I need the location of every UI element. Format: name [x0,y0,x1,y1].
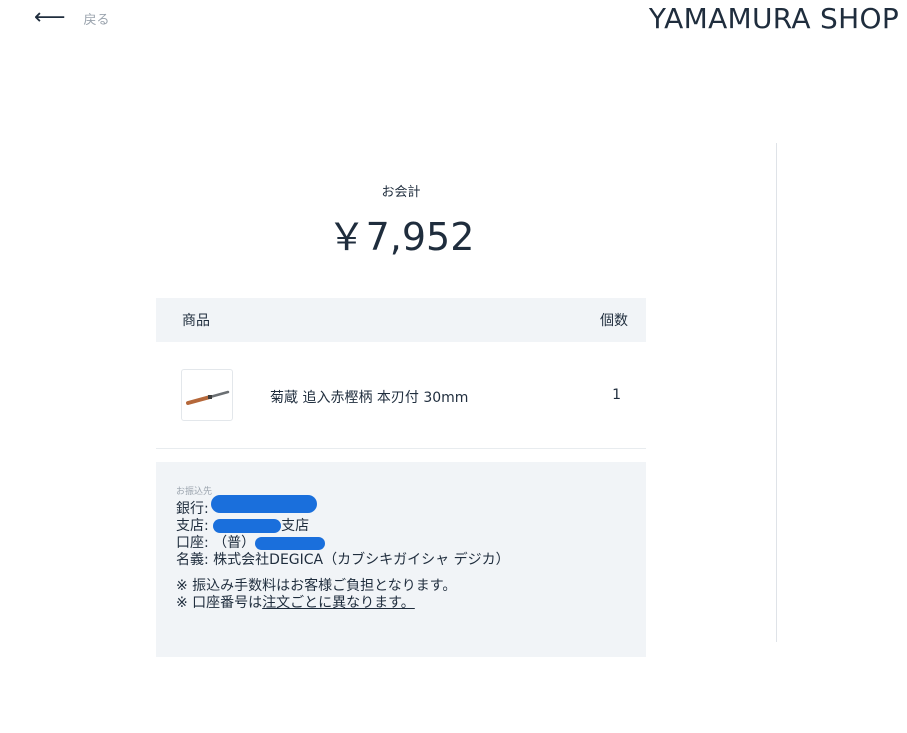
table-row: 菊蔵 追入赤樫柄 本刃付 30mm 1 [156,343,646,449]
column-header-quantity: 個数 [600,313,628,329]
total-amount: ￥7,952 [327,215,475,259]
column-header-product: 商品 [182,313,210,329]
account-label: 口座: [176,535,209,551]
vertical-divider [776,143,777,642]
note-account-number: ※ 口座番号は注文ごとに異なります。 [176,595,626,612]
bank-name-line: 銀行: [176,495,626,518]
note-account-prefix: ※ 口座番号は [176,595,263,611]
shop-name: YAMAMURA SHOP [648,2,899,35]
note-fee: ※ 振込み手数料はお客様ご負担となります。 [176,578,457,594]
redacted-account-number [255,536,326,550]
account-type: （普） [213,535,256,551]
bank-transfer-panel: お振込先 銀行: 支店: 支店 口座: （普） 名義: 株式会社DEGICA（カ… [156,462,646,657]
holder-line: 名義: 株式会社DEGICA（カブシキガイシャ デジカ） [176,552,626,569]
arrow-left-icon: ⟵ [34,5,66,30]
branch-label: 支店: [176,518,209,534]
note-account-emphasis: 注文ごとに異なります。 [262,595,415,611]
product-thumbnail [181,369,233,421]
product-name[interactable]: 菊蔵 追入赤樫柄 本刃付 30mm [270,387,468,407]
bank-label: 銀行: [176,501,209,517]
account-line: 口座: （普） [176,535,626,552]
branch-suffix: 支店 [281,518,310,534]
redacted-bank-name [211,495,318,513]
product-quantity: 1 [612,387,621,403]
back-label: 戻る [83,12,110,28]
total-label: お会計 [381,185,421,200]
chisel-image-icon [186,390,230,405]
checkout-page: ⟵ 戻る YAMAMURA SHOP お会計 ￥7,952 商品 個数 菊蔵 追… [0,0,907,733]
holder-label: 名義: [176,552,209,568]
redacted-branch-name [213,519,282,533]
items-table-header: 商品 個数 [156,298,646,342]
transfer-notes: ※ 振込み手数料はお客様ご負担となります。 ※ 口座番号は注文ごとに異なります。 [176,578,626,612]
holder-value: 株式会社DEGICA（カブシキガイシャ デジカ） [213,552,510,568]
branch-line: 支店: 支店 [176,518,626,535]
back-link[interactable]: ⟵ 戻る [34,5,110,30]
